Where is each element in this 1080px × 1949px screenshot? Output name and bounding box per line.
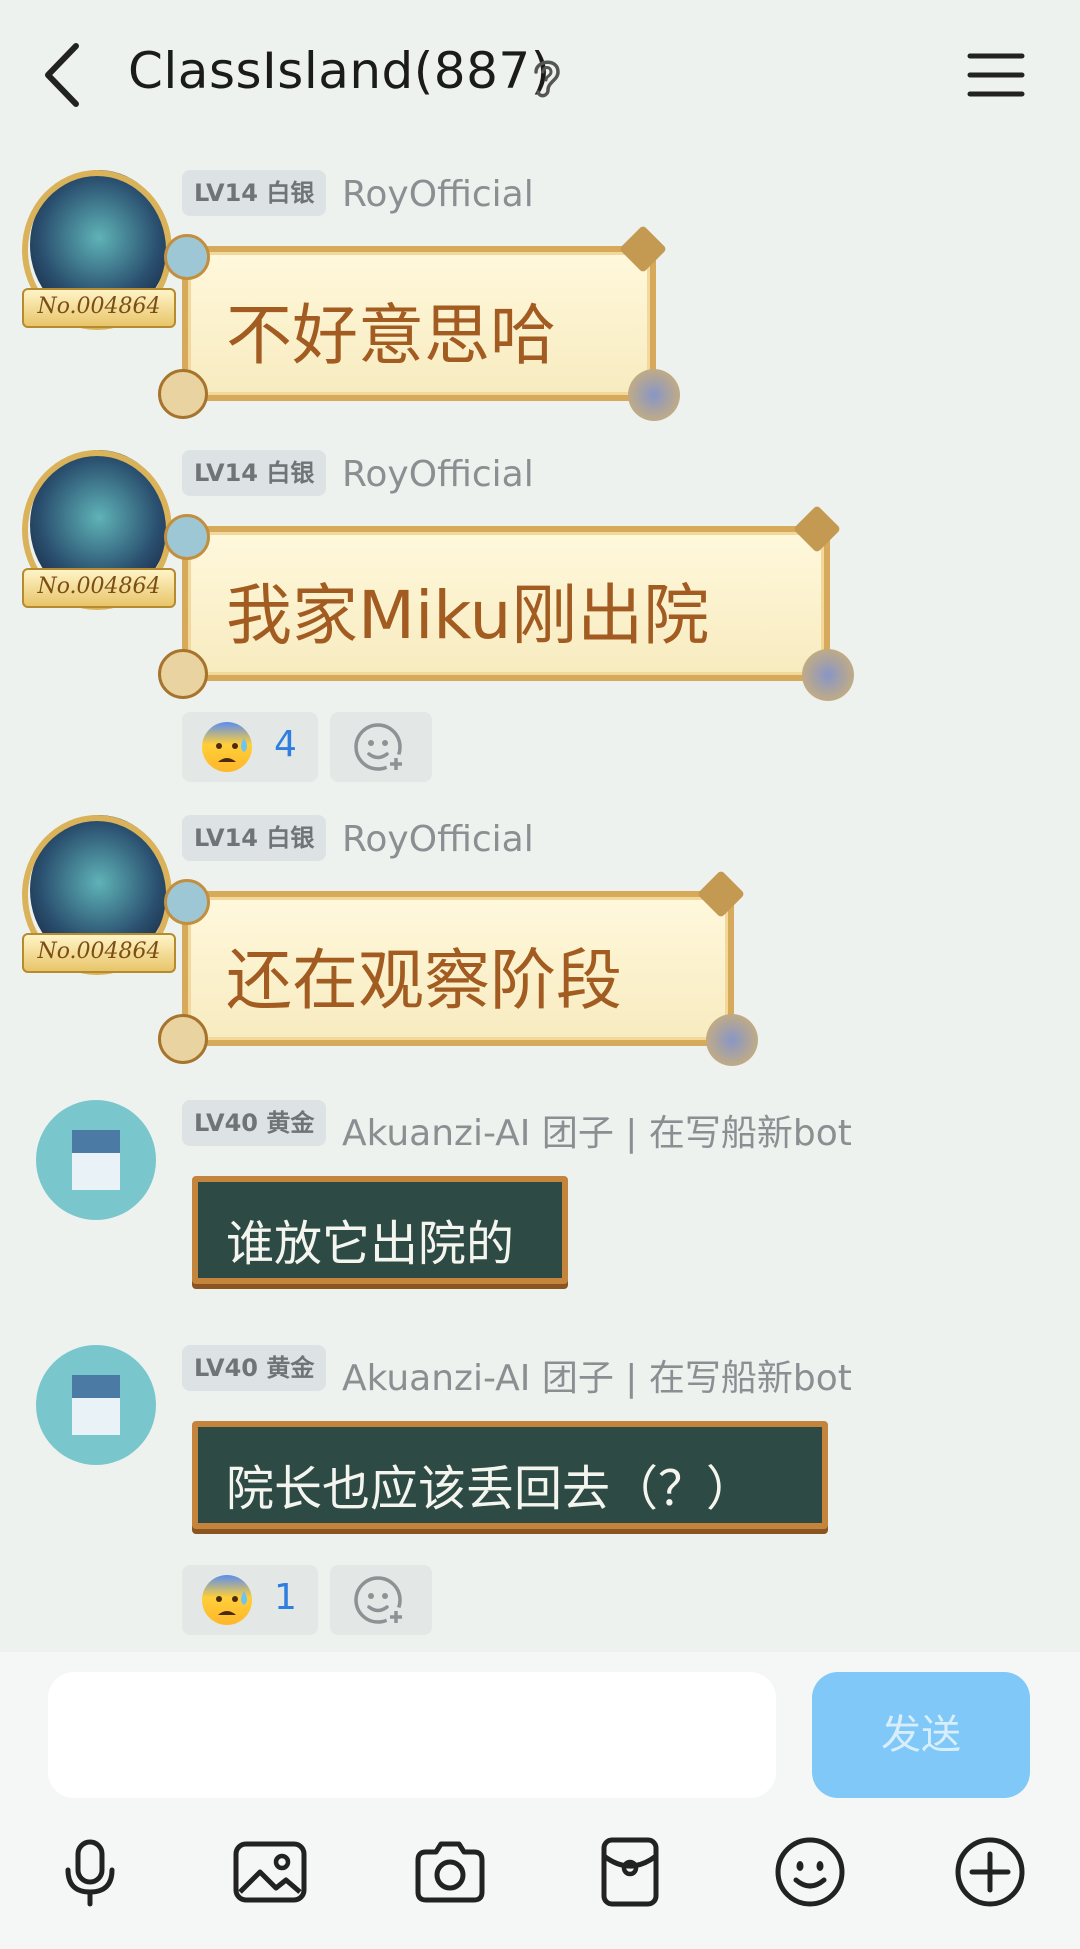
emoji-icon[interactable] [770,1832,850,1912]
message-text: 谁放它出院的 [226,1216,515,1272]
message-bubble[interactable]: 不好意思哈 [158,224,680,421]
bubble-decoration [802,649,854,701]
send-button[interactable]: 发送 [812,1672,1030,1798]
microphone-icon[interactable] [50,1832,130,1912]
avatar-face [72,1130,120,1190]
plus-icon[interactable] [950,1832,1030,1912]
red-packet-icon[interactable] [590,1832,670,1912]
avatar-badge: No.004864 [22,288,176,328]
menu-icon[interactable] [966,50,1026,100]
reaction-chip[interactable]: 1 [182,1565,318,1635]
message-bubble[interactable]: 还在观察阶段 [158,869,758,1066]
bubble-decoration [164,234,210,280]
bubble-decoration [158,649,208,699]
sender-name[interactable]: RoyOfficial [342,454,534,495]
bubble-decoration [628,369,680,421]
bubble-decoration [164,879,210,925]
message-bubble[interactable]: 我家Miku刚出院 [158,504,854,701]
sender-name[interactable]: Akuanzi-AI 团子 | 在写船新bot [342,1104,852,1156]
bubble-decoration [158,369,208,419]
message-item: No.004864 LV14 白银 RoyOfficial 不好意思哈 [0,170,1080,421]
bubble-decoration [696,869,746,919]
chat-title[interactable]: ClassIsland(887) [128,42,551,100]
message-item: LV40 黄金 Akuanzi-AI 团子 | 在写船新bot 院长也应该丢回去… [0,1345,1080,1645]
avatar[interactable] [36,1100,156,1220]
add-emoji-icon [354,723,406,774]
level-badge: LV40 黄金 [182,1345,327,1391]
message-item: No.004864 LV14 白银 RoyOfficial 还在观察阶段 [0,815,1080,1066]
avatar-badge: No.004864 [22,933,176,973]
sender-name[interactable]: RoyOfficial [342,819,534,860]
avatar-badge: No.004864 [22,568,176,608]
avatar-face [72,1375,120,1435]
anxious-sweat-face-icon [202,1575,252,1625]
bubble-decoration [164,514,210,560]
message-text: 还在观察阶段 [226,942,622,1019]
message-bubble[interactable]: 谁放它出院的 [192,1176,568,1284]
bubble-decoration [706,1014,758,1066]
message-input[interactable] [48,1672,776,1798]
bubble-decoration [158,1014,208,1064]
reaction-count: 1 [274,1577,297,1618]
level-badge: LV14 白银 [182,170,327,216]
message-bubble[interactable]: 院长也应该丢回去（？） [192,1421,828,1529]
back-icon[interactable] [38,40,88,110]
avatar[interactable] [36,1345,156,1465]
add-reaction-button[interactable] [330,1565,432,1635]
sender-name[interactable]: RoyOfficial [342,174,534,215]
camera-icon[interactable] [410,1832,490,1912]
message-text: 我家Miku刚出院 [226,577,710,654]
chat-header: ClassIsland(887) [0,0,1080,150]
message-text: 不好意思哈 [226,297,556,374]
add-reaction-button[interactable] [330,712,432,782]
image-icon[interactable] [230,1832,310,1912]
message-text: 院长也应该丢回去（？） [226,1461,755,1517]
reaction-chip[interactable]: 4 [182,712,318,782]
ear-icon [534,60,560,98]
composer-bar: 发送 [0,1652,1080,1949]
sender-name[interactable]: Akuanzi-AI 团子 | 在写船新bot [342,1349,852,1401]
message-item: LV40 黄金 Akuanzi-AI 团子 | 在写船新bot 谁放它出院的 [0,1100,1080,1300]
bubble-decoration [618,224,668,274]
level-badge: LV40 黄金 [182,1100,327,1146]
level-badge: LV14 白银 [182,815,327,861]
message-item: No.004864 LV14 白银 RoyOfficial 我家Miku刚出院 … [0,450,1080,790]
bubble-decoration [792,504,842,554]
anxious-sweat-face-icon [202,722,252,772]
reaction-count: 4 [274,724,297,765]
level-badge: LV14 白银 [182,450,327,496]
add-emoji-icon [354,1576,406,1627]
